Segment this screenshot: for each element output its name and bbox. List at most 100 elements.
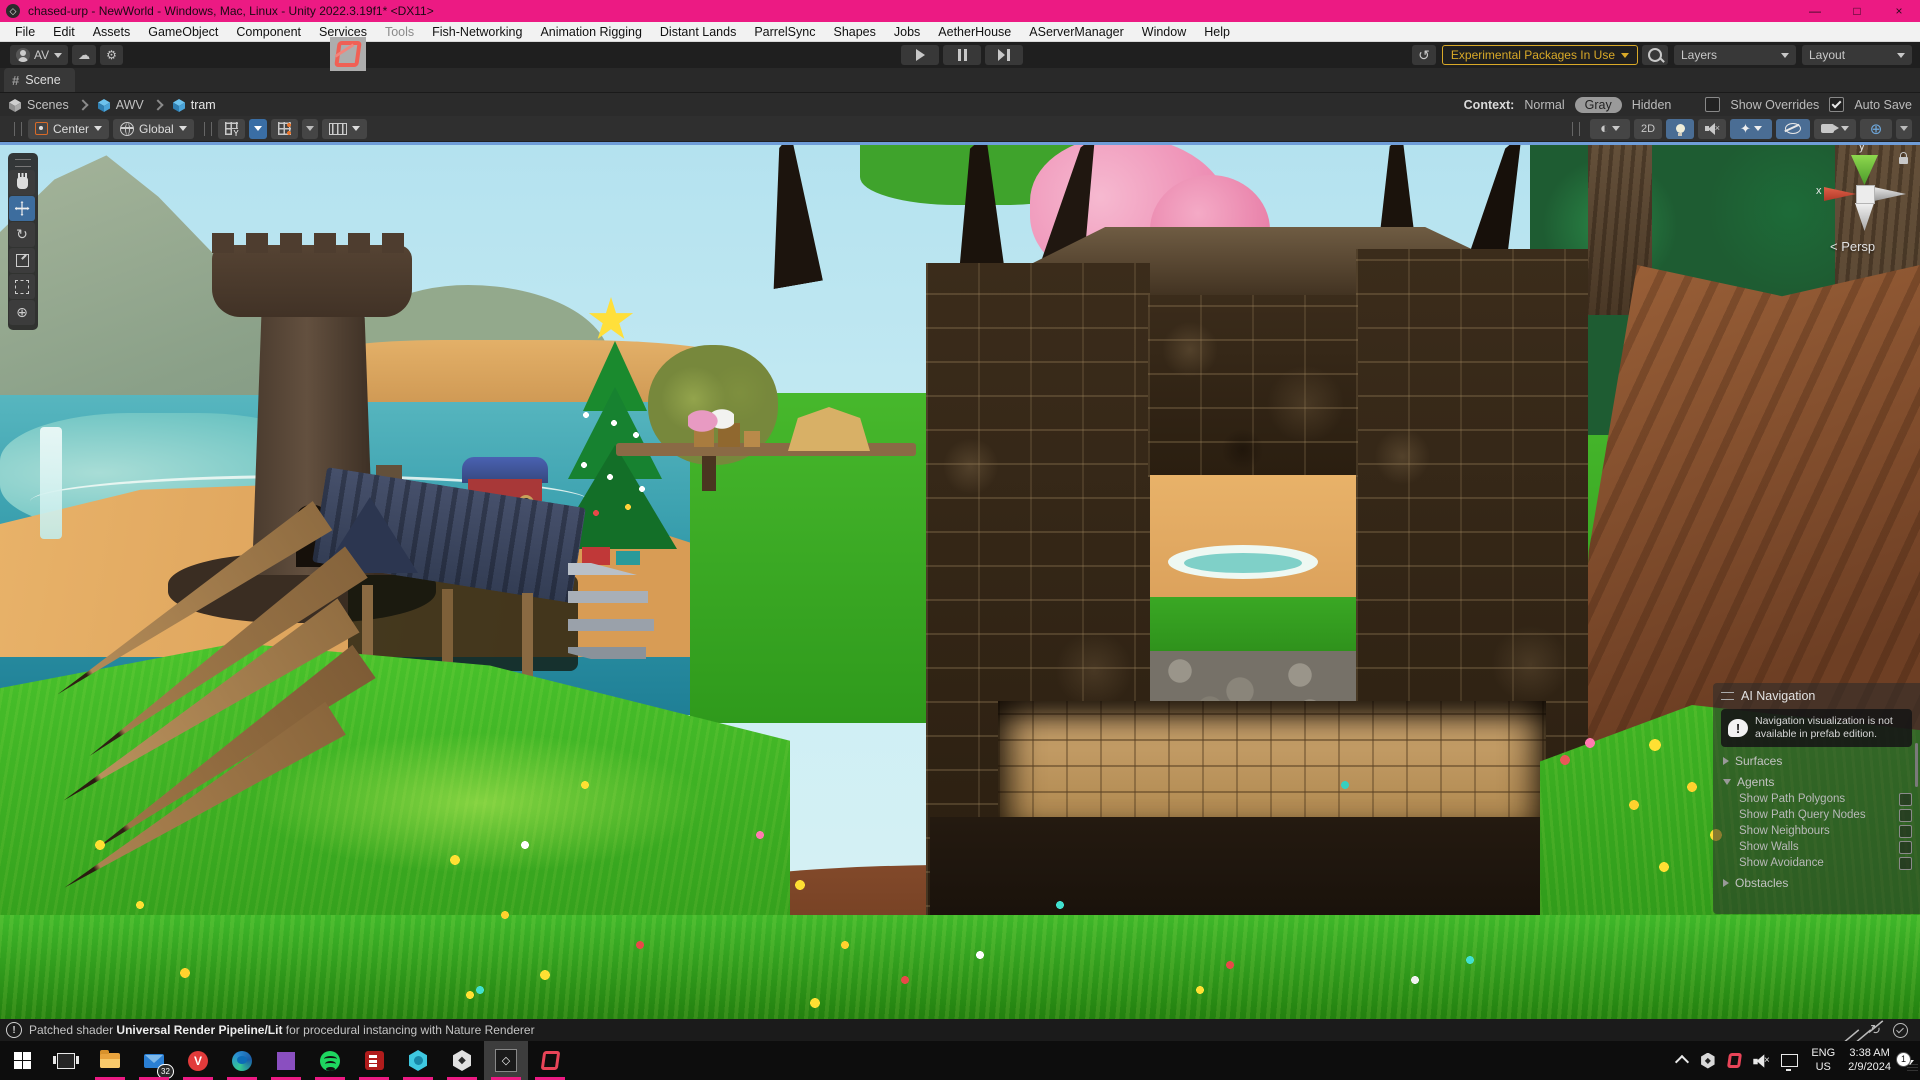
agents-foldout[interactable]: Agents: [1713, 770, 1920, 791]
menu-gameobject[interactable]: GameObject: [139, 25, 227, 39]
taskbar-spotify[interactable]: [308, 1041, 352, 1080]
menu-assets[interactable]: Assets: [84, 25, 140, 39]
lighting-toggle[interactable]: [1666, 119, 1694, 139]
show-walls-row[interactable]: Show Walls: [1713, 839, 1920, 855]
progress-idle-icon[interactable]: [1893, 1023, 1908, 1038]
tray-red-app-icon[interactable]: [1727, 1053, 1742, 1068]
language-indicator[interactable]: ENGUS: [1811, 1047, 1835, 1075]
layers-dropdown[interactable]: Layers: [1674, 45, 1796, 65]
maximize-button[interactable]: □: [1836, 0, 1878, 22]
audio-toggle[interactable]: ×: [1698, 119, 1726, 139]
taskbar-file-explorer[interactable]: [88, 1041, 132, 1080]
taskbar-unity-editor-active[interactable]: ◇: [484, 1041, 528, 1080]
menu-edit[interactable]: Edit: [44, 25, 84, 39]
hidden-icons-chevron[interactable]: [1675, 1055, 1689, 1069]
auto-refresh-off-icon[interactable]: ↻: [1870, 1021, 1881, 1039]
tab-scene[interactable]: # Scene: [4, 68, 75, 92]
show-path-query-nodes-checkbox[interactable]: [1899, 809, 1912, 822]
scene-viewport[interactable]: ↻ ⊕ y x < Persp AI Navigation ! Na: [0, 145, 1920, 1019]
volume-muted-icon[interactable]: ×: [1754, 1054, 1769, 1067]
menu-fish-networking[interactable]: Fish-Networking: [423, 25, 531, 39]
perspective-toggle[interactable]: < Persp: [1830, 239, 1875, 254]
gizmo-center-cube[interactable]: [1856, 185, 1875, 204]
play-button[interactable]: [901, 45, 939, 65]
taskbar-red-app[interactable]: [528, 1041, 572, 1080]
hand-tool-button[interactable]: [9, 170, 35, 195]
menu-tools[interactable]: Tools: [376, 25, 423, 39]
show-overrides-checkbox[interactable]: [1705, 97, 1720, 112]
menu-distant-lands[interactable]: Distant Lands: [651, 25, 745, 39]
menu-aetherhouse[interactable]: AetherHouse: [929, 25, 1020, 39]
tray-unity-hub-icon[interactable]: ◆: [1700, 1053, 1715, 1069]
move-tool-button[interactable]: [9, 196, 35, 221]
show-path-polygons-row[interactable]: Show Path Polygons: [1713, 791, 1920, 807]
account-dropdown[interactable]: AV: [10, 45, 68, 65]
palette-drag-handle[interactable]: [9, 157, 37, 169]
effects-dropdown[interactable]: ✦: [1730, 119, 1772, 139]
breadcrumb-awv[interactable]: AWV: [116, 98, 144, 112]
start-button[interactable]: [0, 1041, 44, 1080]
gizmo-y-axis[interactable]: [1851, 155, 1878, 185]
taskbar-davinci[interactable]: [396, 1041, 440, 1080]
taskbar-vivaldi[interactable]: V: [176, 1041, 220, 1080]
snap-increment-button[interactable]: [271, 119, 298, 139]
context-hidden[interactable]: Hidden: [1632, 98, 1672, 112]
obstacles-foldout[interactable]: Obstacles: [1713, 871, 1920, 892]
lock-icon[interactable]: [1899, 157, 1908, 164]
auto-save-checkbox[interactable]: [1829, 97, 1844, 112]
context-normal[interactable]: Normal: [1524, 98, 1564, 112]
menu-parrelsync[interactable]: ParrelSync: [745, 25, 824, 39]
show-walls-checkbox[interactable]: [1899, 841, 1912, 854]
transform-tool-button[interactable]: ⊕: [9, 300, 35, 325]
breadcrumb-scenes[interactable]: Scenes: [27, 98, 69, 112]
show-neighbours-checkbox[interactable]: [1899, 825, 1912, 838]
task-view-button[interactable]: [44, 1041, 88, 1080]
scale-tool-button[interactable]: [9, 248, 35, 273]
menu-aservermanager[interactable]: AServerManager: [1020, 25, 1133, 39]
step-button[interactable]: [985, 45, 1023, 65]
taskbar-unity-hub[interactable]: ◆: [440, 1041, 484, 1080]
clock[interactable]: 3:38 AM2/9/2024: [1848, 1047, 1891, 1075]
menu-window[interactable]: Window: [1133, 25, 1195, 39]
gizmos-dropdown[interactable]: ⊕: [1860, 119, 1892, 139]
show-avoidance-row[interactable]: Show Avoidance: [1713, 855, 1920, 871]
show-path-polygons-checkbox[interactable]: [1899, 793, 1912, 806]
drag-handle[interactable]: [204, 122, 212, 136]
panel-scrollbar[interactable]: [1915, 743, 1918, 787]
taskbar-edge[interactable]: [220, 1041, 264, 1080]
rect-tool-button[interactable]: [9, 274, 35, 299]
pivot-mode-dropdown[interactable]: Center: [28, 119, 109, 139]
gizmo-down-axis[interactable]: [1855, 203, 1874, 231]
surfaces-foldout[interactable]: Surfaces: [1713, 749, 1920, 770]
drag-handle[interactable]: [14, 122, 22, 136]
orientation-dropdown[interactable]: Global: [113, 119, 194, 139]
grid-snap-button[interactable]: Y: [218, 119, 245, 139]
snap-increment-dropdown[interactable]: [302, 119, 318, 139]
camera-dropdown[interactable]: [1814, 119, 1856, 139]
pause-button[interactable]: [943, 45, 981, 65]
show-avoidance-checkbox[interactable]: [1899, 857, 1912, 870]
menu-help[interactable]: Help: [1195, 25, 1239, 39]
undo-history-button[interactable]: ↺: [1412, 45, 1436, 65]
menu-shapes[interactable]: Shapes: [824, 25, 884, 39]
taskbar-visual-studio[interactable]: [264, 1041, 308, 1080]
show-neighbours-row[interactable]: Show Neighbours: [1713, 823, 1920, 839]
status-message[interactable]: Patched shader Universal Render Pipeline…: [29, 1023, 535, 1037]
menu-component[interactable]: Component: [227, 25, 310, 39]
search-button[interactable]: [1642, 45, 1668, 65]
experimental-packages-dropdown[interactable]: Experimental Packages In Use: [1442, 45, 1638, 65]
show-path-query-nodes-row[interactable]: Show Path Query Nodes: [1713, 807, 1920, 823]
rotate-tool-button[interactable]: ↻: [9, 222, 35, 247]
gizmo-right-axis[interactable]: [1874, 187, 1906, 201]
close-button[interactable]: ×: [1878, 0, 1920, 22]
console-warning-icon[interactable]: !: [6, 1022, 22, 1038]
layout-dropdown[interactable]: Layout: [1802, 45, 1912, 65]
hidden-objects-toggle[interactable]: [1776, 119, 1810, 139]
cloud-button[interactable]: ☁: [72, 45, 96, 65]
panel-drag-handle[interactable]: [1721, 692, 1734, 700]
gizmo-x-axis[interactable]: [1824, 187, 1856, 201]
menu-animation-rigging[interactable]: Animation Rigging: [531, 25, 650, 39]
gizmos-options-dropdown[interactable]: [1896, 119, 1912, 139]
taskbar-filezilla[interactable]: [352, 1041, 396, 1080]
menu-jobs[interactable]: Jobs: [885, 25, 929, 39]
